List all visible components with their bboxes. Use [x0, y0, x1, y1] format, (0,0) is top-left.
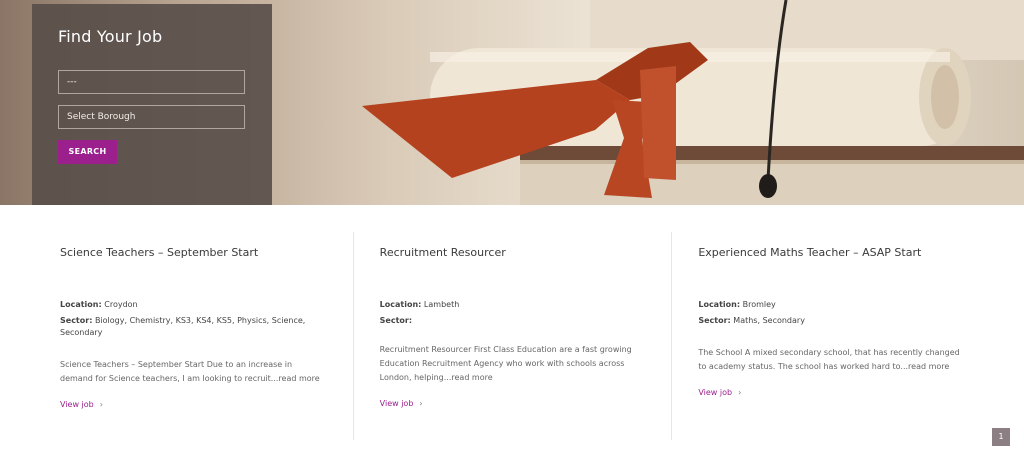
job-meta: Location: Croydon Sector: Biology, Chemi…: [60, 299, 327, 339]
job-title[interactable]: Recruitment Resourcer: [380, 245, 646, 260]
keyword-select[interactable]: ---: [58, 70, 245, 94]
job-excerpt: Science Teachers – September Start Due t…: [60, 360, 320, 383]
job-meta: Location: Bromley Sector: Maths, Seconda…: [698, 299, 964, 327]
view-job-link[interactable]: View job ›: [698, 388, 741, 397]
job-location: Location: Bromley: [698, 299, 964, 311]
hero-banner: Find Your Job --- Select Borough SEARCH: [0, 0, 1024, 205]
location-value: Lambeth: [423, 300, 460, 309]
sector-label: Sector:: [698, 316, 731, 325]
sector-value: Maths, Secondary: [733, 316, 805, 325]
view-job-label: View job: [379, 399, 414, 408]
location-value: Croydon: [104, 300, 138, 309]
location-label: Location:: [698, 300, 741, 309]
job-location: Location: Lambeth: [380, 299, 646, 311]
chevron-right-icon: ›: [738, 388, 742, 397]
job-location: Location: Croydon: [60, 299, 327, 311]
location-value: Bromley: [742, 300, 776, 309]
job-search-panel: Find Your Job --- Select Borough SEARCH: [32, 4, 272, 205]
job-title[interactable]: Science Teachers – September Start: [60, 245, 327, 260]
chevron-right-icon: ›: [99, 400, 103, 409]
job-meta: Location: Lambeth Sector:: [380, 299, 646, 327]
borough-select[interactable]: Select Borough: [58, 105, 245, 129]
job-card: Recruitment Resourcer Location: Lambeth …: [352, 232, 672, 440]
job-card: Experienced Maths Teacher – ASAP Start L…: [671, 232, 990, 440]
job-sector: Sector: Maths, Secondary: [698, 315, 964, 327]
job-sector: Sector:: [380, 315, 646, 327]
job-sector: Sector: Biology, Chemistry, KS3, KS4, KS…: [60, 315, 327, 339]
job-excerpt: The School A mixed secondary school, tha…: [698, 348, 960, 371]
view-job-label: View job: [698, 388, 733, 397]
view-job-link[interactable]: View job ›: [60, 400, 103, 409]
view-job-label: View job: [60, 400, 94, 409]
location-label: Location:: [379, 300, 422, 309]
location-label: Location:: [60, 300, 102, 309]
job-listings: Science Teachers – September Start Locat…: [34, 232, 990, 440]
sector-value: Biology, Chemistry, KS3, KS4, KS5, Physi…: [60, 316, 306, 337]
panel-title: Find Your Job: [58, 27, 163, 46]
pagination-button[interactable]: 1: [992, 428, 1010, 446]
job-title[interactable]: Experienced Maths Teacher – ASAP Start: [698, 245, 964, 260]
sector-label: Sector:: [60, 316, 93, 325]
sector-label: Sector:: [379, 316, 413, 325]
search-button[interactable]: SEARCH: [58, 140, 117, 164]
job-excerpt: Recruitment Resourcer First Class Educat…: [379, 345, 632, 382]
job-card: Science Teachers – September Start Locat…: [34, 232, 353, 440]
view-job-link[interactable]: View job ›: [380, 399, 423, 408]
chevron-right-icon: ›: [419, 399, 423, 408]
